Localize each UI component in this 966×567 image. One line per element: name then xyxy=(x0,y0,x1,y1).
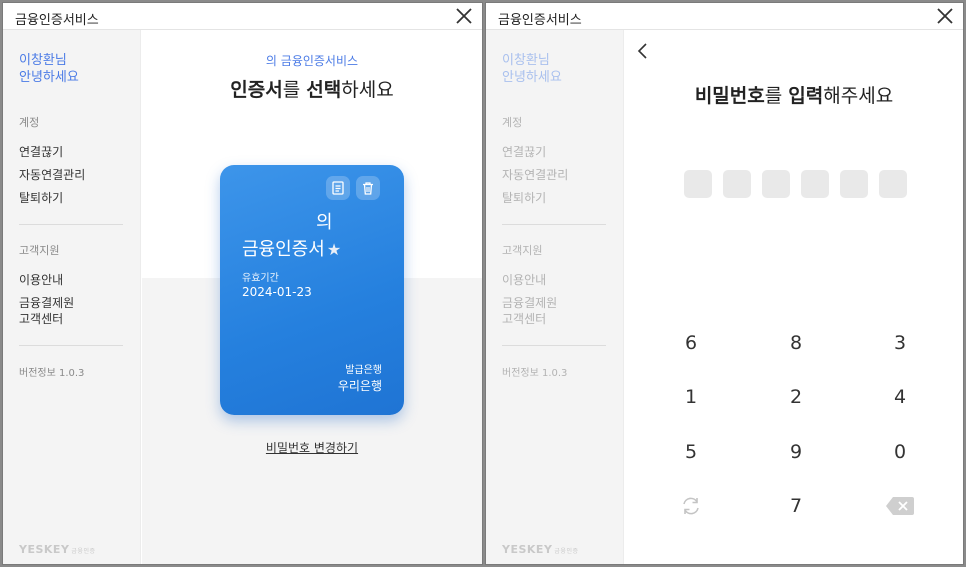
keypad-key-9[interactable]: 9 xyxy=(766,434,826,470)
divider xyxy=(19,224,123,225)
expiry-date: 2024-01-23 xyxy=(242,285,312,299)
yeskey-logo: YESKEY 금융인증 xyxy=(502,543,579,556)
expiry-label: 유효기간 xyxy=(242,273,279,284)
greeting: 이창환님 안녕하세요 xyxy=(502,52,562,86)
close-icon xyxy=(937,8,953,24)
sidebar-item-auto-connect[interactable]: 자동연결관리 xyxy=(19,167,85,183)
pin-digit-box xyxy=(723,170,751,198)
keypad-key-4[interactable]: 4 xyxy=(870,379,930,415)
pin-digit-box xyxy=(762,170,790,198)
certificate-select-window: 금융인증서비스 이창환님 안녕하세요 계정 연결끊기 자동연결관리 탈퇴하기 고… xyxy=(2,2,483,565)
trash-icon xyxy=(363,182,373,195)
star-icon: ★ xyxy=(326,240,342,259)
change-password-link[interactable]: 비밀번호 변경하기 xyxy=(266,441,358,455)
keypad-key-5[interactable]: 5 xyxy=(661,434,721,470)
pin-digit-box xyxy=(840,170,868,198)
sidebar-item-disconnect: 연결끊기 xyxy=(502,145,547,159)
divider xyxy=(502,224,606,225)
detail-button[interactable] xyxy=(326,176,350,200)
divider xyxy=(19,345,123,346)
section-support-label: 고객지원 xyxy=(19,244,60,257)
keypad-key-3[interactable]: 3 xyxy=(870,325,930,361)
greeting: 이창환님 안녕하세요 xyxy=(19,52,79,86)
keypad-key-2[interactable]: 2 xyxy=(766,379,826,415)
divider xyxy=(502,345,606,346)
version-info: 버전정보 1.0.3 xyxy=(502,368,568,379)
section-support-label: 고객지원 xyxy=(502,244,543,257)
user-name: 이창환님 xyxy=(502,53,550,68)
pin-digit-box xyxy=(684,170,712,198)
sidebar-item-kftc[interactable]: 금융결제원 고객센터 xyxy=(19,295,74,327)
sidebar-item-auto-connect: 자동연결관리 xyxy=(502,168,569,182)
backspace-key[interactable] xyxy=(870,488,930,524)
backspace-icon xyxy=(886,497,914,515)
sidebar-item-guide: 이용안내 xyxy=(502,273,547,287)
sidebar-item-disconnect[interactable]: 연결끊기 xyxy=(19,144,63,160)
version-info: 버전정보 1.0.3 xyxy=(19,368,85,379)
sidebar: 이창환님 안녕하세요 계정 연결끊기 자동연결관리 탈퇴하기 고객지원 이용안내… xyxy=(486,30,624,564)
password-input-window: 금융인증서비스 이창환님 안녕하세요 계정 연결끊기 자동연결관리 탈퇴하기 고… xyxy=(485,2,964,565)
document-icon xyxy=(332,181,344,195)
window-title: 금융인증서비스 xyxy=(498,13,582,28)
service-subtitle: 의 금융인증서비스 xyxy=(265,54,359,68)
sidebar-item-label: 고객센터 xyxy=(19,312,64,326)
pin-digit-box xyxy=(879,170,907,198)
sidebar-item-label: 금융결제원 xyxy=(19,296,75,310)
sidebar-item-withdraw: 탈퇴하기 xyxy=(502,191,547,205)
keypad-key-7[interactable]: 7 xyxy=(766,488,826,524)
refresh-icon xyxy=(683,497,699,515)
sidebar: 이창환님 안녕하세요 계정 연결끊기 자동연결관리 탈퇴하기 고객지원 이용안내… xyxy=(3,30,141,564)
user-name: 이창환님 xyxy=(19,53,67,68)
chevron-left-icon xyxy=(637,43,647,59)
greeting-text: 안녕하세요 xyxy=(502,70,562,85)
pin-digit-box xyxy=(801,170,829,198)
close-icon xyxy=(456,8,472,24)
keypad-key-1[interactable]: 1 xyxy=(661,379,721,415)
close-button[interactable] xyxy=(454,6,474,26)
sidebar-item-label: 고객센터 xyxy=(502,312,547,326)
title-bar: 금융인증서비스 xyxy=(486,3,963,30)
issuer-label: 발급은행 xyxy=(345,365,382,376)
page-title: 인증서를 선택하세요 xyxy=(230,79,394,101)
certificate-owner: 의 xyxy=(316,212,333,233)
issuer-name: 우리은행 xyxy=(337,379,382,393)
certificate-name: 금융인증서 ★ xyxy=(242,239,342,260)
sidebar-item-guide[interactable]: 이용안내 xyxy=(19,272,63,288)
section-account-label: 계정 xyxy=(19,116,40,129)
section-account-label: 계정 xyxy=(502,116,523,129)
change-password-area: 비밀번호 변경하기 xyxy=(142,439,482,456)
sidebar-item-label: 금융결제원 xyxy=(502,296,558,310)
title-bar: 금융인증서비스 xyxy=(3,3,482,30)
keypad-key-6[interactable]: 6 xyxy=(661,325,721,361)
close-button[interactable] xyxy=(935,6,955,26)
window-title: 금융인증서비스 xyxy=(15,13,99,28)
delete-button[interactable] xyxy=(356,176,380,200)
sidebar-item-kftc: 금융결제원 고객센터 xyxy=(502,295,557,327)
shuffle-key[interactable] xyxy=(661,488,721,524)
yeskey-logo: YESKEY 금융인증 xyxy=(19,543,96,556)
certificate-card[interactable]: 의 금융인증서 ★ 유효기간 2024-01-23 발급은행 우리은행 xyxy=(220,165,404,415)
keypad-key-8[interactable]: 8 xyxy=(766,325,826,361)
back-button[interactable] xyxy=(635,40,651,62)
main-panel: 비밀번호를 입력해주세요 6 8 3 1 2 4 5 9 0 7 xyxy=(625,30,963,564)
greeting-text: 안녕하세요 xyxy=(19,70,79,85)
sidebar-item-withdraw[interactable]: 탈퇴하기 xyxy=(19,190,63,206)
page-title: 비밀번호를 입력해주세요 xyxy=(694,85,894,107)
keypad-key-0[interactable]: 0 xyxy=(870,434,930,470)
main-panel: 의 금융인증서비스 인증서를 선택하세요 의 금융인증서 ★ 유효기간 2024-… xyxy=(142,30,482,564)
